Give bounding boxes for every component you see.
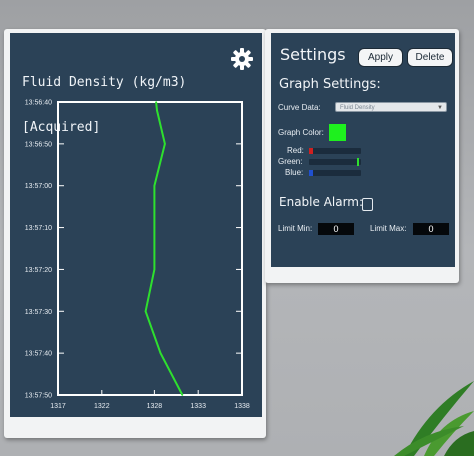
green-label: Green: (278, 157, 303, 166)
curve-data-value: Fluid Density (340, 105, 375, 111)
curve-data-select[interactable]: Fluid Density ▼ (335, 102, 447, 112)
blue-slider[interactable] (309, 170, 361, 176)
settings-panel: Settings Apply Delete Graph Settings: Cu… (271, 33, 455, 267)
y-tick-label: 13:56:40 (25, 100, 52, 107)
series-point (153, 184, 156, 187)
limit-max-label: Limit Max: (370, 224, 407, 233)
x-tick-label: 1317 (50, 403, 66, 410)
enable-alarm-label: Enable Alarm: (279, 195, 364, 209)
x-tick-label: 1333 (190, 403, 206, 410)
series-point (153, 226, 156, 229)
x-tick-label: 1328 (147, 403, 163, 410)
y-tick-label: 13:57:50 (25, 393, 52, 400)
green-slider[interactable] (309, 158, 361, 166)
series-point (153, 268, 156, 271)
plot-frame (57, 101, 243, 396)
curve-data-label: Curve Data: (278, 103, 321, 112)
limit-max-input[interactable]: 0 (413, 223, 449, 235)
y-tick-label: 13:56:50 (25, 141, 52, 148)
blue-label: Blue: (285, 168, 304, 177)
y-tick-label: 13:57:00 (25, 183, 52, 190)
x-tick-label: 1338 (234, 403, 250, 410)
series-point (144, 310, 147, 313)
y-tick-label: 13:57:40 (25, 351, 52, 358)
enable-alarm-checkbox[interactable] (362, 198, 373, 211)
red-slider-fill (309, 148, 313, 154)
limit-min-label: Limit Min: (278, 224, 313, 233)
apply-button[interactable]: Apply (358, 48, 403, 67)
series-point (156, 109, 158, 112)
chevron-down-icon: ▼ (437, 105, 443, 111)
series-line (144, 101, 184, 396)
series-point (164, 143, 166, 145)
graph-color-label: Graph Color: (278, 128, 324, 137)
blue-slider-fill (309, 170, 313, 176)
density-chart: 13:56:40 13:56:50 13:57:00 13:57:10 13:57:20… (25, 100, 250, 411)
red-slider[interactable] (309, 148, 361, 154)
graph-settings-heading: Graph Settings: (279, 77, 381, 92)
series-point (155, 101, 157, 103)
limit-min-input[interactable]: 0 (318, 223, 354, 235)
series-point (159, 352, 162, 354)
settings-title: Settings (280, 45, 346, 64)
chart-panel: Fluid Density (kg/m3) [Acquired] 13:56:4… (10, 33, 262, 417)
series-point (181, 394, 184, 396)
delete-button[interactable]: Delete (407, 48, 453, 67)
plant-decoration (394, 381, 474, 456)
y-tick-label: 13:57:10 (25, 225, 52, 232)
red-label: Red: (287, 146, 304, 155)
y-tick-label: 13:57:30 (25, 309, 52, 316)
x-tick-label: 1322 (94, 403, 110, 410)
green-slider-thumb[interactable] (357, 158, 360, 166)
y-tick-label: 13:57:20 (25, 267, 52, 274)
graph-color-swatch[interactable] (329, 124, 346, 141)
